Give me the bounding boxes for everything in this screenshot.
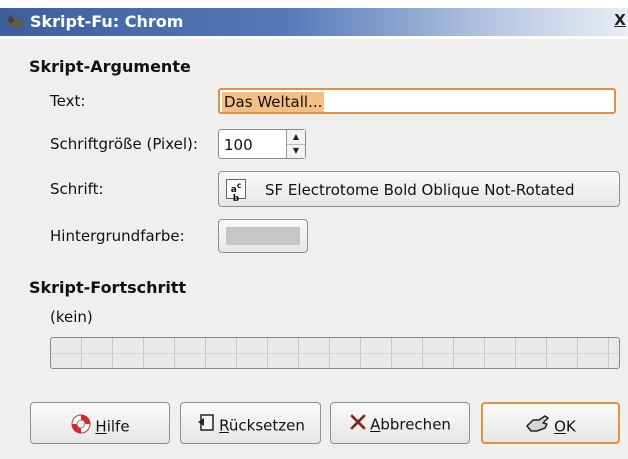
progress-status: (kein) (50, 308, 93, 326)
text-field[interactable]: Das Weltall... (218, 88, 616, 114)
gimp-wilber-icon (6, 12, 24, 30)
fontsize-value: 100 (224, 136, 253, 154)
reset-icon (196, 413, 216, 438)
help-button[interactable]: Hilfe (30, 402, 170, 444)
text-label: Text: (50, 92, 86, 110)
progress-bar (50, 337, 620, 369)
ok-button[interactable]: OK (481, 402, 620, 444)
help-label: ilfe (106, 417, 130, 436)
close-button[interactable]: X (613, 10, 627, 30)
help-accel: H (95, 417, 107, 436)
progress-section-title: Skript-Fortschritt (29, 278, 187, 297)
window-title: Skript-Fu: Chrom (30, 12, 184, 31)
reset-label: ücksetzen (228, 416, 305, 435)
ok-label: K (565, 417, 576, 436)
cancel-accel: A (370, 415, 381, 434)
cancel-label: bbrechen (380, 415, 451, 434)
fontsize-label: Schriftgröße (Pixel): (50, 135, 198, 153)
bgcolor-button[interactable] (218, 219, 308, 253)
font-select-button[interactable]: ac b SF Electrotome Bold Oblique Not-Rota… (218, 171, 620, 207)
arguments-section-title: Skript-Argumente (29, 57, 191, 76)
color-swatch (226, 227, 300, 245)
spinner-down-button[interactable]: ▼ (287, 144, 305, 158)
font-name: SF Electrotome Bold Oblique Not-Rotated (265, 181, 575, 199)
lifebuoy-icon (70, 413, 92, 440)
reset-button[interactable]: Rücksetzen (180, 402, 321, 444)
text-field-value: Das Weltall... (222, 92, 325, 112)
fontsize-spinner[interactable]: 100 ▲ ▼ (218, 129, 306, 159)
bgcolor-label: Hintergrundfarbe: (50, 227, 185, 245)
font-label: Schrift: (50, 180, 104, 198)
ok-hand-icon (525, 414, 551, 439)
cancel-button[interactable]: Abbrechen (330, 402, 470, 444)
spinner-arrows: ▲ ▼ (286, 130, 305, 158)
spinner-up-button[interactable]: ▲ (287, 130, 305, 145)
font-icon: ac b (226, 179, 246, 204)
ok-accel: O (554, 417, 566, 436)
title-bar: Skript-Fu: Chrom X (0, 0, 628, 39)
reset-accel: R (219, 416, 229, 435)
x-icon (349, 413, 367, 436)
